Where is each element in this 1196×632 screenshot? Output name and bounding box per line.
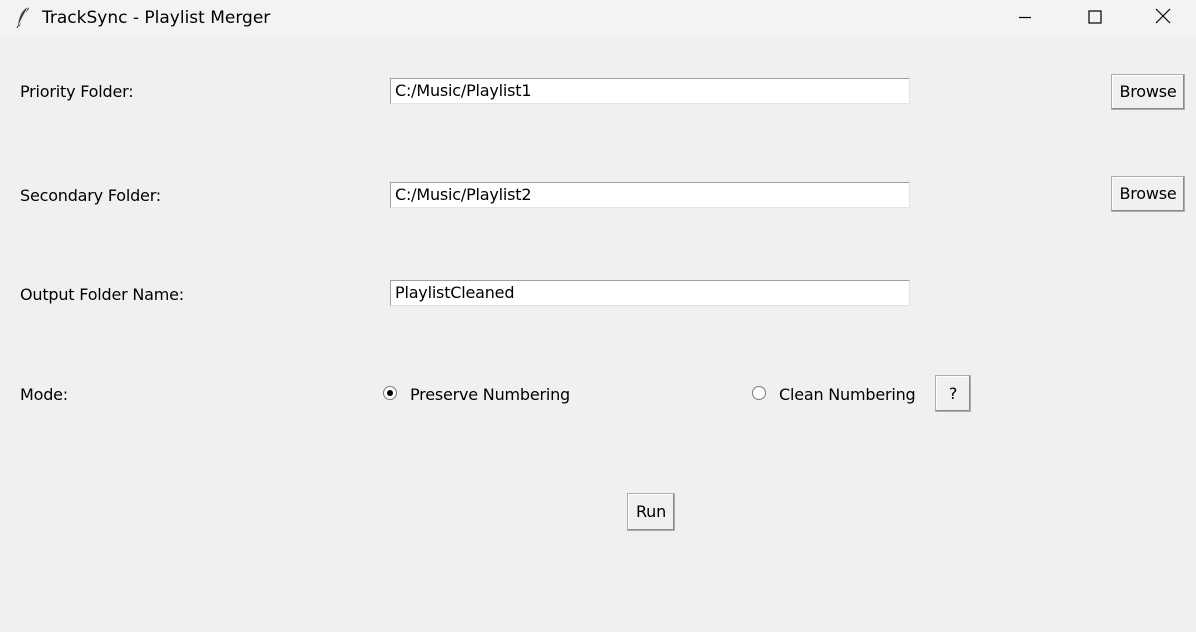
output-folder-input[interactable]: PlaylistCleaned — [390, 280, 910, 306]
secondary-folder-input[interactable]: C:/Music/Playlist2 — [390, 182, 910, 208]
clean-numbering-radio[interactable] — [752, 386, 766, 400]
priority-folder-input[interactable]: C:/Music/Playlist1 — [390, 78, 910, 104]
output-folder-label: Output Folder Name: — [20, 285, 184, 304]
secondary-folder-label: Secondary Folder: — [20, 186, 161, 205]
clean-numbering-label[interactable]: Clean Numbering — [779, 385, 916, 405]
preserve-numbering-label[interactable]: Preserve Numbering — [410, 385, 570, 405]
help-button[interactable]: ? — [935, 375, 971, 412]
preserve-numbering-radio[interactable] — [383, 386, 397, 400]
priority-folder-value: C:/Music/Playlist1 — [395, 81, 532, 100]
priority-folder-label: Priority Folder: — [20, 82, 134, 101]
secondary-folder-value: C:/Music/Playlist2 — [395, 185, 532, 204]
radio-selected-dot — [387, 390, 393, 396]
priority-browse-button[interactable]: Browse — [1111, 74, 1185, 110]
title-bar: TrackSync - Playlist Merger — [0, 0, 1196, 36]
maximize-button[interactable] — [1060, 0, 1130, 36]
mode-label: Mode: — [20, 385, 68, 404]
run-button[interactable]: Run — [627, 493, 675, 531]
close-button[interactable] — [1130, 0, 1196, 36]
minimize-button[interactable] — [990, 0, 1060, 36]
window-title: TrackSync - Playlist Merger — [42, 8, 271, 28]
maximize-icon — [1088, 9, 1102, 28]
close-icon — [1155, 8, 1171, 28]
output-folder-value: PlaylistCleaned — [395, 283, 515, 302]
feather-icon — [14, 6, 32, 29]
secondary-browse-button[interactable]: Browse — [1111, 176, 1185, 212]
minimize-icon — [1018, 9, 1032, 28]
